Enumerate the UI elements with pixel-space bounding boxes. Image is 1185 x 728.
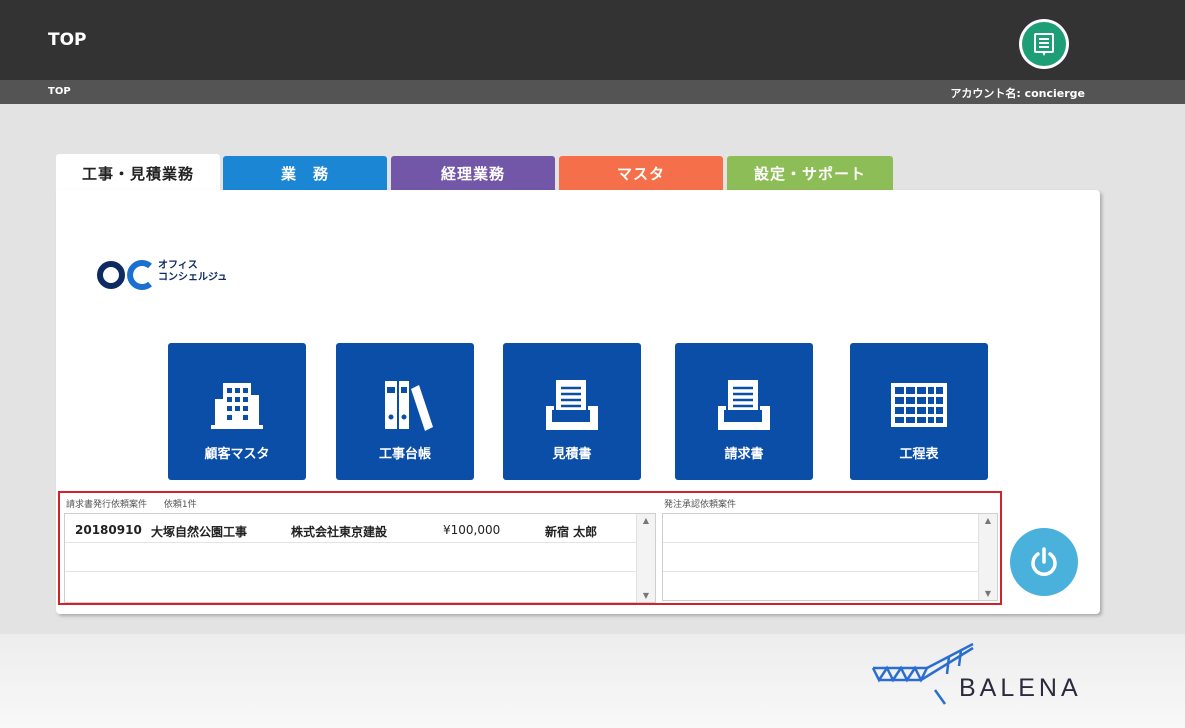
invoice-requests-list[interactable]: 20180910 大塚自然公園工事 株式会社東京建設 ¥100,000 新宿 太…: [64, 513, 656, 603]
tile-label: 工事台帳: [378, 447, 431, 462]
scrollbar[interactable]: ▲ ▼: [978, 514, 997, 600]
tile-label: 請求書: [724, 447, 764, 462]
order-approvals-title: 発注承認依頼案件: [664, 500, 737, 510]
tile-label: 見積書: [552, 447, 592, 462]
page-title: TOP: [48, 30, 87, 50]
row-person: 新宿 太郎: [545, 525, 598, 539]
document-list-icon: [1022, 22, 1066, 66]
invoice-requests-count: 依頼1件: [163, 500, 197, 510]
construction-ledger-button[interactable]: 工事台帳: [336, 343, 474, 480]
list-item: [663, 514, 997, 543]
brand-name: BALENA: [959, 674, 1082, 702]
tile-label: 顧客マスタ: [204, 447, 270, 462]
row-amount: ¥100,000: [443, 523, 501, 537]
breadcrumb-bar: TOP アカウント名: concierge: [0, 80, 1185, 104]
tab-label: マスタ: [616, 164, 665, 183]
tab-settings-support[interactable]: 設定・サポート: [727, 156, 893, 190]
row-date: 20180910: [75, 523, 142, 537]
row-project: 大塚自然公園工事: [151, 525, 248, 539]
customer-master-button[interactable]: 顧客マスタ: [168, 343, 306, 480]
scrollbar[interactable]: ▲ ▼: [636, 514, 655, 602]
estimate-button[interactable]: 見積書: [503, 343, 641, 480]
oc-logo-mark: [97, 260, 152, 290]
top-bar: TOP: [0, 0, 1185, 80]
document-tray-icon: [675, 373, 813, 437]
invoice-requests-title: 請求書発行依頼案件 依頼1件: [66, 500, 197, 510]
list-item: [65, 543, 655, 572]
logout-button[interactable]: [1010, 528, 1078, 596]
tab-business[interactable]: 業 務: [223, 156, 387, 190]
power-icon: [1031, 547, 1057, 576]
account-name: アカウント名: concierge: [950, 87, 1085, 100]
calendar-grid-icon: [850, 373, 988, 437]
tab-accounting[interactable]: 経理業務: [391, 156, 555, 190]
office-concierge-logo: オフィス コンシェルジュ: [96, 258, 266, 292]
scroll-down-icon[interactable]: ▼: [979, 589, 997, 598]
document-tray-icon: [503, 373, 641, 437]
scroll-up-icon[interactable]: ▲: [979, 516, 997, 525]
list-item[interactable]: 20180910 大塚自然公園工事 株式会社東京建設 ¥100,000 新宿 太…: [65, 514, 655, 543]
logo-text: オフィス コンシェルジュ: [158, 260, 228, 283]
binders-icon: [336, 373, 474, 437]
balena-logo: BALENA: [869, 640, 1109, 710]
tab-label: 業 務: [280, 164, 329, 183]
schedule-button[interactable]: 工程表: [850, 343, 988, 480]
tab-construction-estimate[interactable]: 工事・見積業務: [56, 154, 220, 192]
tile-label: 工程表: [899, 447, 939, 462]
tab-label: 設定・サポート: [753, 164, 866, 183]
menu-button[interactable]: [1019, 19, 1069, 69]
tab-label: 経理業務: [440, 164, 505, 183]
invoice-button[interactable]: 請求書: [675, 343, 813, 480]
scroll-down-icon[interactable]: ▼: [637, 591, 655, 600]
row-company: 株式会社東京建設: [291, 525, 388, 539]
building-icon: [168, 373, 306, 437]
scroll-up-icon[interactable]: ▲: [637, 516, 655, 525]
breadcrumb[interactable]: TOP: [48, 86, 71, 97]
list-item: [663, 543, 997, 572]
order-approvals-list[interactable]: ▲ ▼: [662, 513, 998, 601]
tab-label: 工事・見積業務: [81, 164, 194, 183]
tab-master[interactable]: マスタ: [559, 156, 723, 190]
